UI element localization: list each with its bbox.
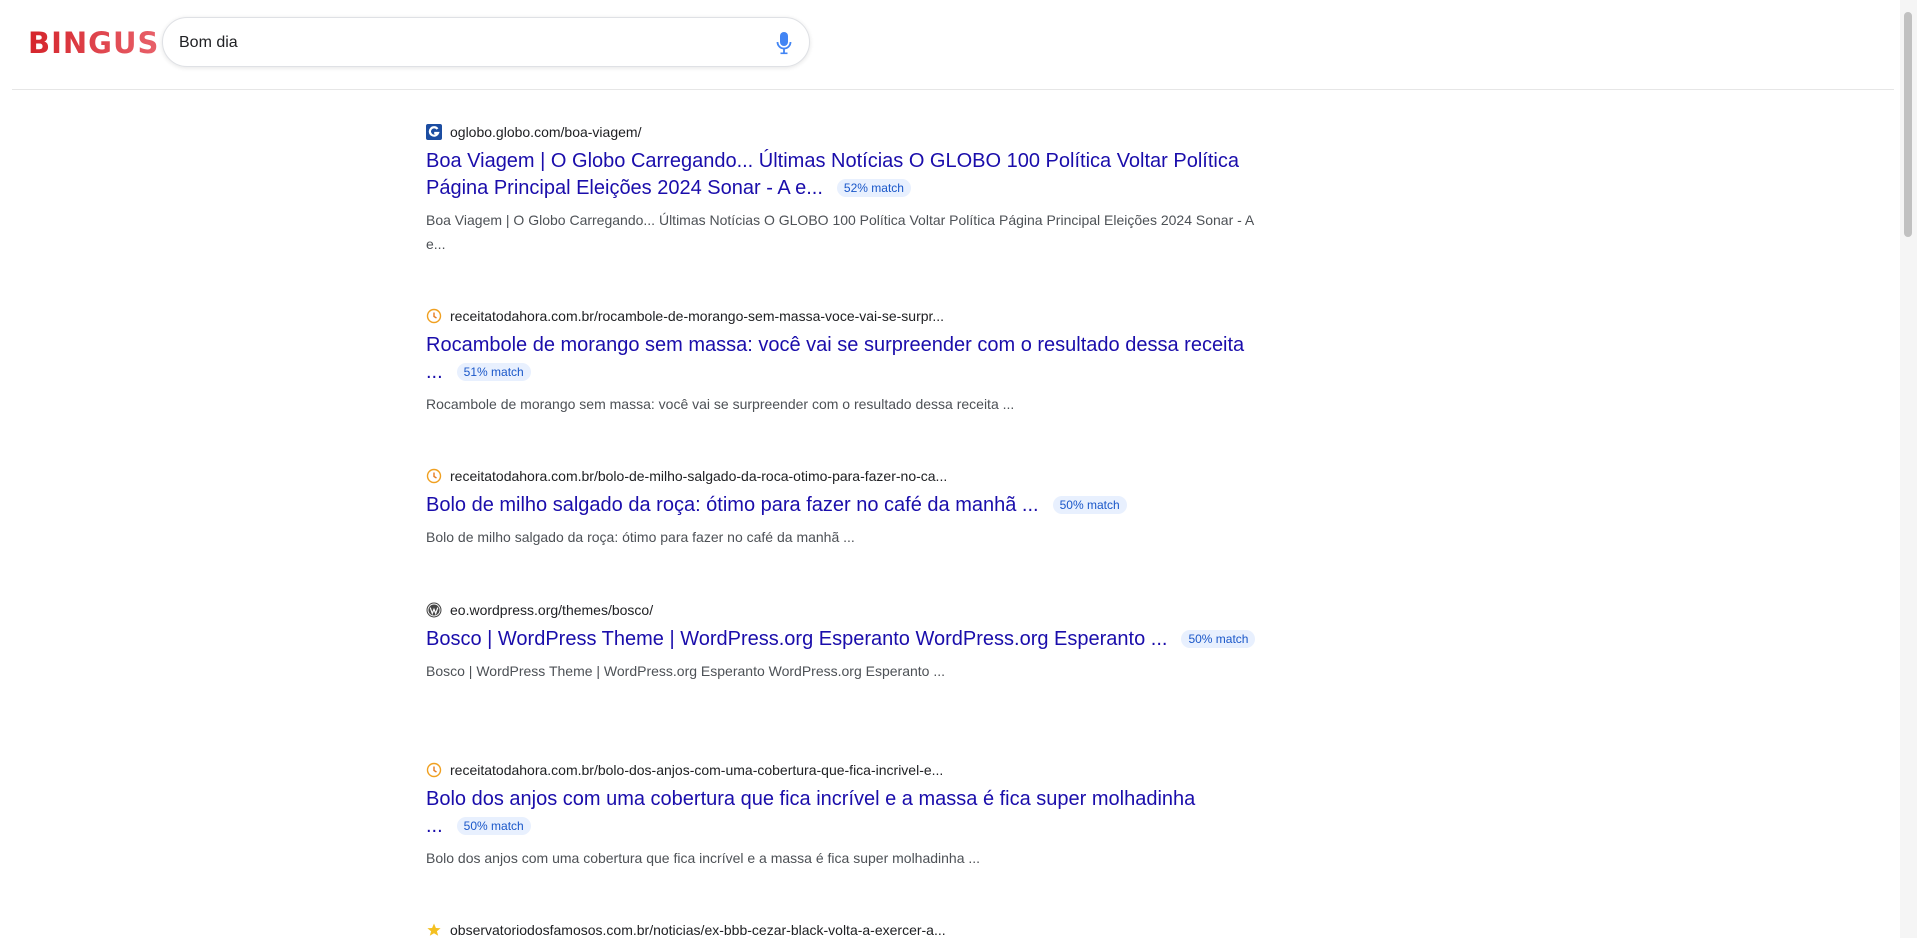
result-citation[interactable]: oglobo.globo.com/boa-viagem/: [426, 122, 1256, 142]
match-badge: 50% match: [456, 817, 531, 835]
result-title[interactable]: Bosco | WordPress Theme | WordPress.org …: [426, 628, 1167, 650]
result-url: receitatodahora.com.br/rocambole-de-mora…: [450, 308, 945, 324]
search-result: oglobo.globo.com/boa-viagem/ Boa Viagem …: [426, 122, 1256, 256]
search-box[interactable]: [162, 17, 810, 67]
result-url: receitatodahora.com.br/bolo-dos-anjos-co…: [450, 762, 944, 778]
search-result: observatoriodosfamosos.com.br/noticias/e…: [426, 920, 1256, 940]
page-scrollbar[interactable]: [1900, 0, 1917, 938]
result-citation[interactable]: receitatodahora.com.br/rocambole-de-mora…: [426, 306, 1256, 326]
result-snippet: Bolo de milho salgado da roça: ótimo par…: [426, 529, 855, 545]
result-title[interactable]: Boa Viagem | O Globo Carregando... Últim…: [426, 150, 1239, 199]
search-input[interactable]: [179, 31, 739, 55]
result-citation[interactable]: eo.wordpress.org/themes/bosco/: [426, 600, 1256, 620]
result-title-link[interactable]: Boa Viagem | O Globo Carregando... Últim…: [426, 148, 1256, 202]
search-result: eo.wordpress.org/themes/bosco/ Bosco | W…: [426, 600, 1256, 683]
result-snippet: Bolo dos anjos com uma cobertura que fic…: [426, 850, 981, 866]
result-title[interactable]: Rocambole de morango sem massa: você vai…: [426, 334, 1244, 383]
result-snippet: Boa Viagem | O Globo Carregando... Últim…: [426, 212, 1254, 252]
result-title-link[interactable]: Bolo de milho salgado da roça: ótimo par…: [426, 492, 1256, 519]
result-snippet: Rocambole de morango sem massa: você vai…: [426, 396, 1015, 412]
result-citation[interactable]: observatoriodosfamosos.com.br/noticias/e…: [426, 920, 1256, 940]
bingus-logo[interactable]: BINGUS: [28, 26, 159, 60]
header-divider: [12, 89, 1894, 90]
result-title-link[interactable]: Rocambole de morango sem massa: você vai…: [426, 332, 1256, 386]
match-badge: 52% match: [836, 179, 911, 197]
microphone-icon[interactable]: [775, 31, 793, 55]
search-result: receitatodahora.com.br/bolo-dos-anjos-co…: [426, 760, 1256, 870]
clock-icon: [426, 468, 442, 484]
result-title[interactable]: Bolo dos anjos com uma cobertura que fic…: [426, 788, 1195, 837]
result-url: observatoriodosfamosos.com.br/noticias/e…: [450, 922, 946, 938]
scrollbar-thumb[interactable]: [1904, 12, 1912, 237]
search-result: receitatodahora.com.br/bolo-de-milho-sal…: [426, 466, 1256, 549]
result-snippet: Bosco | WordPress Theme | WordPress.org …: [426, 663, 946, 679]
search-result: receitatodahora.com.br/rocambole-de-mora…: [426, 306, 1256, 416]
match-badge: 50% match: [1181, 630, 1256, 648]
clock-icon: [426, 762, 442, 778]
result-url: oglobo.globo.com/boa-viagem/: [450, 124, 642, 140]
result-url: receitatodahora.com.br/bolo-de-milho-sal…: [450, 468, 948, 484]
result-title[interactable]: Bolo de milho salgado da roça: ótimo par…: [426, 494, 1039, 516]
star-icon: [427, 923, 441, 936]
match-badge: 50% match: [1052, 496, 1127, 514]
wordpress-icon: [426, 602, 442, 618]
globo-g-icon: [426, 124, 442, 140]
result-title-link[interactable]: Bolo dos anjos com uma cobertura que fic…: [426, 786, 1256, 840]
result-url: eo.wordpress.org/themes/bosco/: [450, 602, 654, 618]
header: BINGUS: [0, 0, 1894, 90]
clock-icon: [426, 308, 442, 324]
result-citation[interactable]: receitatodahora.com.br/bolo-dos-anjos-co…: [426, 760, 1256, 780]
result-citation[interactable]: receitatodahora.com.br/bolo-de-milho-sal…: [426, 466, 1256, 486]
result-title-link[interactable]: Bosco | WordPress Theme | WordPress.org …: [426, 626, 1256, 653]
match-badge: 51% match: [456, 363, 531, 381]
